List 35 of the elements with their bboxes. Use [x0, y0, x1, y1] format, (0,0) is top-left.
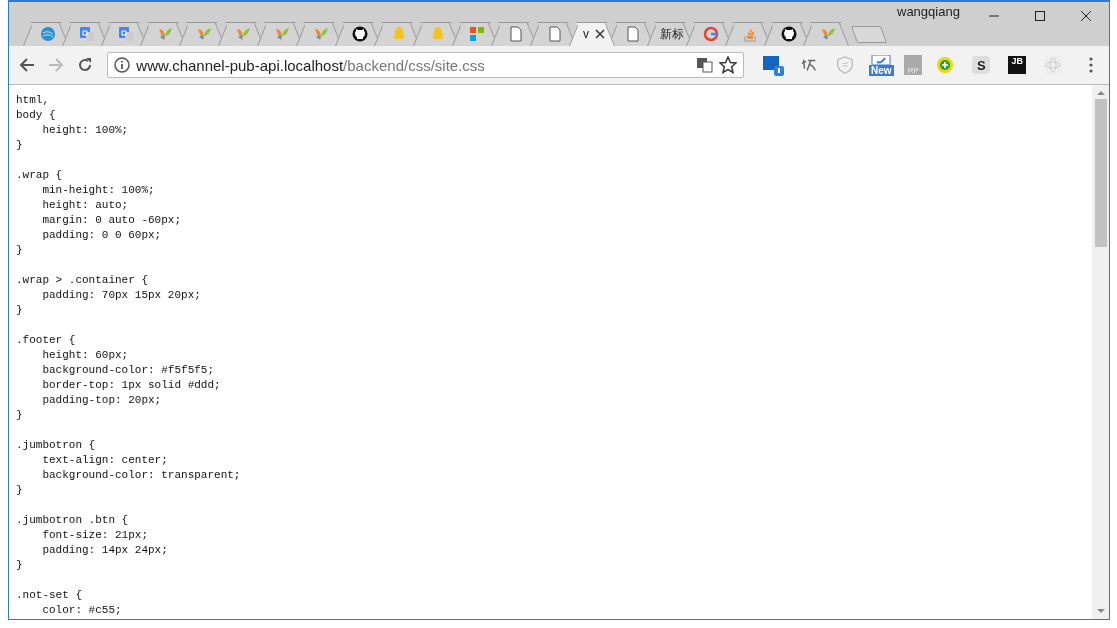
- s-icon[interactable]: S: [972, 56, 991, 74]
- leaf-icon: [157, 26, 173, 42]
- scrollbar-thumb[interactable]: [1094, 99, 1107, 247]
- leaf-icon: [235, 26, 251, 42]
- new-tab-button[interactable]: [850, 26, 888, 43]
- cat-icon: [781, 26, 797, 42]
- leaf-icon: [274, 26, 290, 42]
- penguin-icon: [391, 26, 407, 42]
- scrollbar[interactable]: [1092, 85, 1109, 619]
- translate-icon: [79, 26, 95, 42]
- info-icon[interactable]: [114, 57, 131, 73]
- cat-icon: [352, 26, 368, 42]
- stack-icon: [742, 26, 758, 42]
- leaf-icon: [313, 26, 329, 42]
- translate-icon: [118, 26, 134, 42]
- tiles-icon: [469, 26, 485, 42]
- translate-icon[interactable]: [697, 57, 714, 73]
- leaf-icon: [196, 26, 212, 42]
- address-bar[interactable]: www.channel-pub-api.localhost/backend/css/site.css: [107, 52, 745, 78]
- leaf-icon: [820, 26, 836, 42]
- close-icon[interactable]: [595, 29, 605, 39]
- jb-icon[interactable]: JB: [1008, 56, 1027, 74]
- globe-icon: [40, 26, 56, 42]
- star-icon[interactable]: [719, 56, 738, 74]
- css-source-text: html, body { height: 100%; } .wrap { min-height: 100%; height: auto; margin: 0 auto -60px; padding: 0 0 60px; } .wrap > .container { padding: 70px 15px 20px; } .footer { height: 60px; background-color: #f5f5f5; border-top: 1px solid #ddd; padding-top: 20px; } .jumbotron { text-align: center; background-color: transparent; } .jumbotron .btn { font-size: 21px; padding: 14px 24px; } .not-set { color: #c55;: [15, 93, 242, 618]
- page-icon: [508, 26, 524, 42]
- page-icon: [625, 26, 641, 42]
- browser-tab[interactable]: 新标: [647, 22, 693, 46]
- penguin-icon: [430, 26, 446, 42]
- scroll-up-icon[interactable]: [1096, 89, 1105, 97]
- scroll-down-icon[interactable]: [1096, 607, 1105, 615]
- page-icon: [547, 26, 563, 42]
- g-logo-icon: [703, 26, 719, 42]
- browser-tab[interactable]: v: [569, 22, 615, 46]
- profile-name[interactable]: wangqiang: [897, 4, 960, 19]
